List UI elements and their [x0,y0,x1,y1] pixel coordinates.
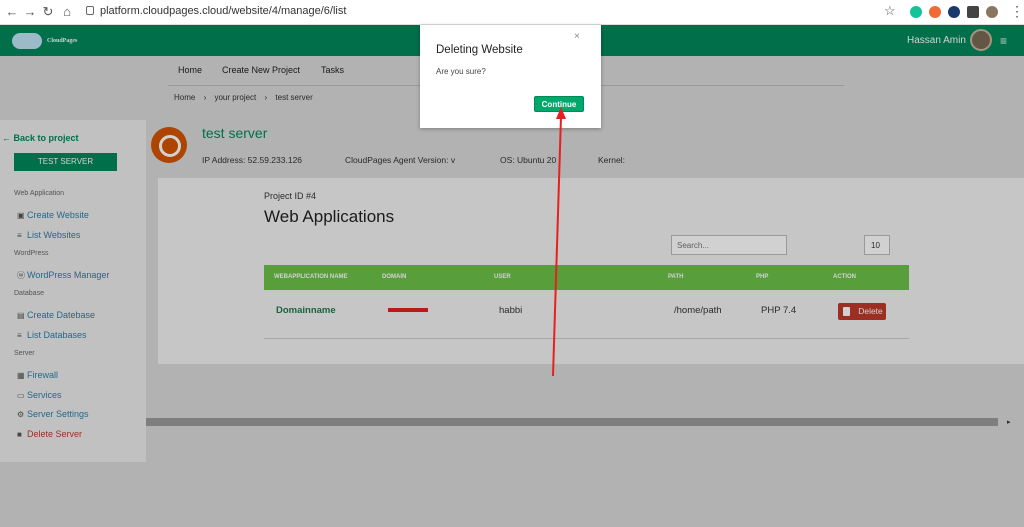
delete-website-dialog: × Deleting Website Are you sure? Continu… [420,25,601,128]
dialog-message: Are you sure? [436,67,486,76]
extension-icon[interactable] [929,6,941,18]
address-bar[interactable]: platform.cloudpages.cloud/website/4/mana… [86,5,346,17]
forward-arrow-icon[interactable]: → [22,4,38,20]
url-text: platform.cloudpages.cloud/website/4/mana… [100,5,347,17]
profile-avatar-icon[interactable] [986,6,998,18]
close-icon[interactable]: × [574,31,580,42]
browser-menu-icon[interactable]: ⋮ [1010,3,1024,20]
grammarly-extension-icon[interactable] [910,6,922,18]
puzzle-extensions-icon[interactable] [967,6,979,18]
continue-button[interactable]: Continue [534,96,584,112]
reload-icon[interactable]: ↻ [40,4,56,20]
browser-toolbar: ← → ↻ ⌂ platform.cloudpages.cloud/websit… [0,0,1024,25]
dialog-title: Deleting Website [436,44,523,56]
lock-icon [86,6,94,15]
extension-icon[interactable] [948,6,960,18]
home-icon[interactable]: ⌂ [59,4,75,20]
bookmark-star-icon[interactable]: ☆ [884,3,896,19]
back-arrow-icon[interactable]: ← [4,4,20,20]
